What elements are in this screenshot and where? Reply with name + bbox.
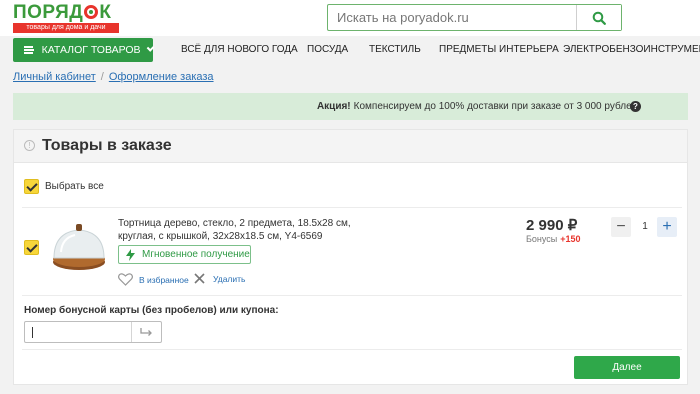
nav-link-interior[interactable]: Предметы интерьера: [439, 38, 559, 62]
instant-pickup-badge: Мгновенное получение: [118, 245, 251, 264]
logo-tagline: товары для дома и дачи: [13, 23, 119, 33]
search-button[interactable]: [576, 5, 621, 30]
product-image[interactable]: [49, 218, 109, 276]
close-icon: [194, 273, 205, 284]
product-price: 2 990 ₽: [526, 217, 578, 234]
quantity-decrease-button[interactable]: −: [611, 217, 631, 237]
site-header: ПОРЯД К товары для дома и дачи: [0, 0, 700, 36]
search-bar: [327, 4, 622, 31]
quantity-increase-button[interactable]: +: [657, 217, 677, 237]
nav-link-new-year[interactable]: Всё для нового года: [181, 38, 298, 62]
help-icon[interactable]: ?: [630, 101, 641, 112]
site-logo[interactable]: ПОРЯД К товары для дома и дачи: [13, 2, 138, 34]
menu-icon: [24, 46, 34, 54]
divider: [22, 207, 682, 208]
nav-link-power-tools[interactable]: Электробензоинструмент: [563, 38, 700, 62]
promo-text: Компенсируем до 100% доставки при заказе…: [353, 101, 640, 112]
bonus-info: Бонусы +150: [526, 234, 581, 244]
main-nav: Каталог товаров Всё для нового года Посу…: [0, 36, 700, 64]
next-button[interactable]: Далее: [574, 356, 680, 379]
text-caret: [32, 327, 33, 338]
promo-banner: Акция! Компенсируем до 100% доставки при…: [13, 93, 688, 120]
divider: [22, 295, 682, 296]
nav-link-dishes[interactable]: Посуда: [307, 38, 348, 62]
breadcrumb: Личный кабинет / Оформление заказа: [13, 71, 214, 83]
divider: [22, 349, 682, 350]
heart-icon: [118, 273, 133, 286]
promo-title: Акция!: [316, 101, 351, 112]
page-title: Товары в заказе: [42, 137, 172, 154]
card-header: ! Товары в заказе: [14, 130, 687, 163]
search-icon: [592, 11, 606, 25]
chevron-down-icon: [146, 43, 155, 53]
breadcrumb-checkout[interactable]: Оформление заказа: [109, 71, 214, 83]
select-all-label: Выбрать все: [45, 181, 104, 192]
enter-arrow-icon: [140, 327, 152, 336]
catalog-button[interactable]: Каталог товаров: [13, 38, 155, 62]
bonus-value: +150: [560, 234, 581, 244]
info-icon: !: [24, 140, 35, 151]
order-items-card: ! Товары в заказе Выбрать все Тортница д…: [13, 129, 688, 385]
coupon-submit-button[interactable]: [131, 322, 161, 342]
coupon-input[interactable]: [25, 322, 131, 342]
nav-link-textile[interactable]: Текстиль: [369, 38, 421, 62]
quantity-value[interactable]: 1: [637, 217, 653, 237]
select-all-checkbox[interactable]: [24, 179, 39, 194]
lightning-icon: [126, 248, 135, 261]
search-input[interactable]: [328, 5, 576, 30]
product-checkbox[interactable]: [24, 240, 39, 255]
coupon-label: Номер бонусной карты (без пробелов) или …: [24, 305, 279, 316]
add-to-favorites-button[interactable]: В избранное: [118, 273, 189, 286]
product-name[interactable]: Тортница дерево, стекло, 2 предмета, 18.…: [118, 217, 388, 243]
delete-button[interactable]: Удалить: [194, 273, 245, 284]
coupon-field: [24, 321, 162, 343]
breadcrumb-account[interactable]: Личный кабинет: [13, 71, 96, 83]
